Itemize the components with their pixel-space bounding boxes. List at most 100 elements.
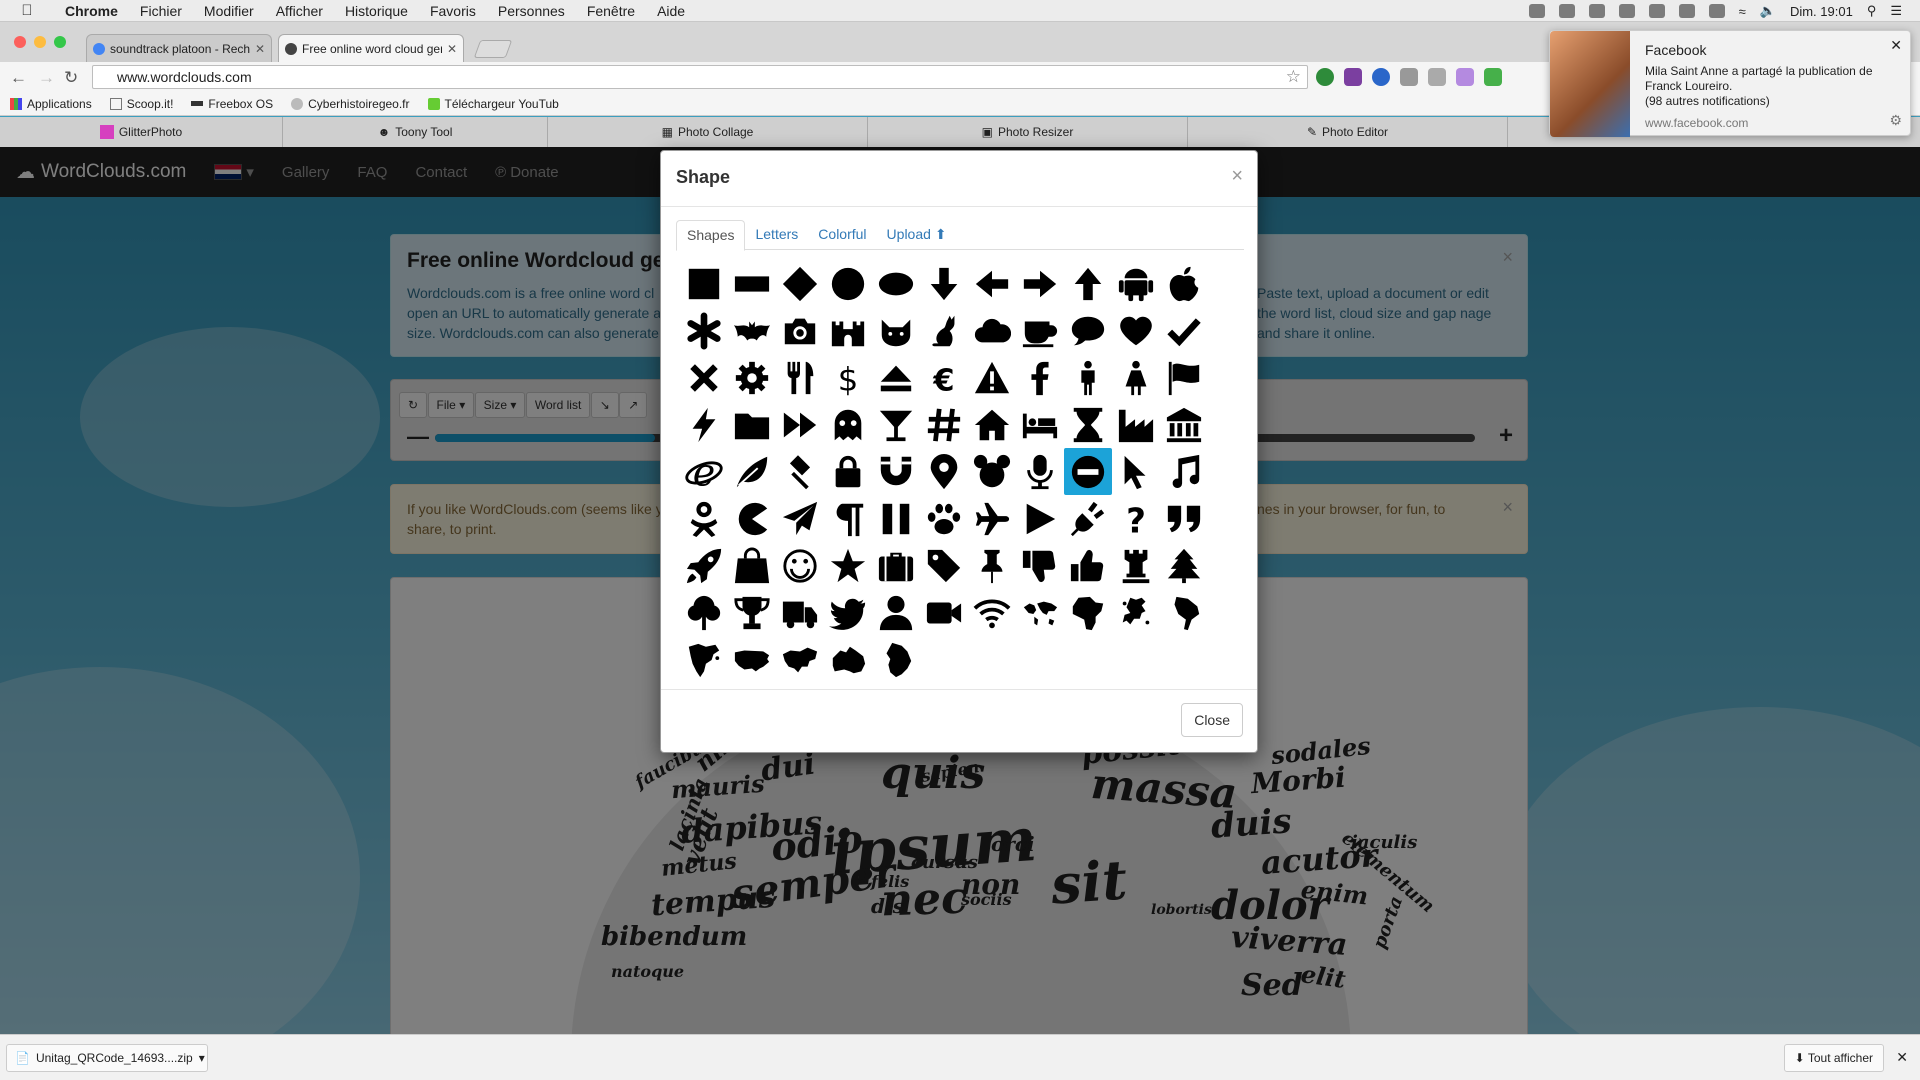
shape-heart-icon[interactable] [1112,307,1160,354]
shape-bolt-icon[interactable] [680,401,728,448]
toolbar-photo-resizer[interactable]: ▣ Photo Resizer [868,117,1188,147]
shape-square-icon[interactable] [680,260,728,307]
toolbar-glitterphoto[interactable]: GlitterPhoto [0,117,283,147]
shape-netherlands-icon[interactable] [872,636,920,683]
shape-dollar-icon[interactable]: $ [824,354,872,401]
shape-cutlery-icon[interactable] [776,354,824,401]
shape-castle-icon[interactable] [824,307,872,354]
shape-cursor-icon[interactable] [1112,448,1160,495]
shape-lock-icon[interactable] [824,448,872,495]
toolbar-photo-collage[interactable]: ▦ Photo Collage [548,117,868,147]
spotlight-icon[interactable]: ⚲ [1867,3,1877,19]
shape-fast-forward-icon[interactable] [776,401,824,448]
tab-colorful[interactable]: Colorful [808,220,876,249]
shape-arrow-down-icon[interactable] [920,260,968,307]
shape-hourglass-icon[interactable] [1064,401,1112,448]
shape-world-map-icon[interactable] [1016,589,1064,636]
status-app-icon[interactable] [1528,4,1545,18]
shape-thumbs-up-icon[interactable] [1064,542,1112,589]
wifi-status-icon[interactable]: ≈ [1739,4,1746,19]
shape-ghost-icon[interactable] [824,401,872,448]
shape-north-america-icon[interactable] [680,636,728,683]
tab-close-icon[interactable]: ✕ [255,42,265,56]
shape-minus-circle-icon[interactable] [1064,448,1112,495]
download-item[interactable]: 📄 Unitag_QRCode_14693....zip ▾ [6,1044,208,1072]
shape-bat-icon[interactable] [728,307,776,354]
shape-usa-icon[interactable] [728,636,776,683]
shape-odnoklassniki-icon[interactable] [680,495,728,542]
shape-internet-explorer-icon[interactable]: e [680,448,728,495]
shape-paw-icon[interactable] [920,495,968,542]
menu-fenetre[interactable]: Fenêtre [576,3,646,19]
shape-mickey-icon[interactable] [968,448,1016,495]
menu-fichier[interactable]: Fichier [129,3,193,19]
shape-apple-icon[interactable] [1160,260,1208,307]
bookmark-youtube-downloader[interactable]: Téléchargeur YouTub [427,97,559,111]
shape-speech-bubble-icon[interactable] [1064,307,1112,354]
shape-gavel-icon[interactable] [776,448,824,495]
shape-thumbs-down-icon[interactable] [1016,542,1064,589]
shape-arrow-right-icon[interactable] [1016,260,1064,307]
shape-bed-icon[interactable] [1016,401,1064,448]
shape-cross-icon[interactable] [680,354,728,401]
tab-letters[interactable]: Letters [745,220,808,249]
clock[interactable]: Dim. 19:01 [1790,4,1853,19]
extension-download-icon[interactable] [1316,68,1334,86]
screenshot-icon[interactable] [1618,4,1635,18]
apple-icon[interactable]:  [0,2,54,19]
shape-tree-round-icon[interactable] [680,589,728,636]
notification-gear-icon[interactable]: ⚙ [1889,112,1902,129]
notification-close-icon[interactable]: ✕ [1890,37,1902,54]
volume-icon[interactable]: 🔈 [1760,3,1776,19]
back-icon[interactable]: ← [10,68,27,88]
shape-check-icon[interactable] [1160,307,1208,354]
extension-puzzle-icon[interactable] [1400,68,1418,86]
dropbox-icon[interactable] [1588,4,1605,18]
shape-mug-icon[interactable] [1016,307,1064,354]
shape-cloud-icon[interactable] [968,307,1016,354]
shape-europe-icon[interactable] [1112,589,1160,636]
shape-flag-icon[interactable] [1160,354,1208,401]
shape-magnet-icon[interactable] [872,448,920,495]
caret-down-icon[interactable]: ▾ [199,1051,205,1065]
shape-facebook-icon[interactable] [1016,354,1064,401]
shape-camera-icon[interactable] [776,307,824,354]
tab-wordclouds[interactable]: Free online word cloud ger ✕ [278,34,464,62]
cloud-status-icon[interactable] [1558,4,1575,18]
bookmark-scoopit[interactable]: Scoop.it! [109,97,173,111]
shape-rectangle-icon[interactable] [728,260,776,307]
tab-close-icon[interactable]: ✕ [447,42,457,56]
reload-icon[interactable]: ↻ [64,68,78,88]
tab-upload[interactable]: Upload ⬆ [877,220,957,249]
forward-icon[interactable]: → [38,68,55,88]
tab-shapes[interactable]: Shapes [676,220,746,251]
shape-warning-icon[interactable] [968,354,1016,401]
shape-cat-sitting-icon[interactable] [920,307,968,354]
shape-thumbtack-icon[interactable] [968,542,1016,589]
shape-quote-icon[interactable] [1160,495,1208,542]
shape-pacman-icon[interactable] [728,495,776,542]
tab-soundtrack-search[interactable]: soundtrack platoon - Rech ✕ [86,34,272,62]
shape-leaf-icon[interactable] [728,448,776,495]
shape-arrow-up-icon[interactable] [1064,260,1112,307]
shape-gear-icon[interactable] [728,354,776,401]
menu-personnes[interactable]: Personnes [487,3,576,19]
shape-shopping-bag-icon[interactable] [728,542,776,589]
shape-video-icon[interactable] [920,589,968,636]
shape-paragraph-icon[interactable] [824,495,872,542]
airplay-icon[interactable] [1648,4,1665,18]
time-machine-icon[interactable] [1678,4,1695,18]
shape-tree-icon[interactable] [1160,542,1208,589]
shape-rook-icon[interactable] [1112,542,1160,589]
minimize-window-button[interactable] [34,36,46,48]
menu-modifier[interactable]: Modifier [193,3,265,19]
show-all-downloads-button[interactable]: ⬇ Tout afficher [1783,1044,1884,1072]
bookmark-cyberhistoiregeo[interactable]: Cyberhistoiregeo.fr [291,97,410,111]
shape-circle-icon[interactable] [824,260,872,307]
shape-android-icon[interactable] [1112,260,1160,307]
facebook-notification[interactable]: Facebook Mila Saint Anne a partagé la pu… [1549,30,1911,137]
shape-plug-icon[interactable] [1064,495,1112,542]
shape-eject-icon[interactable] [872,354,920,401]
shape-asterisk-icon[interactable] [680,307,728,354]
shape-folder-icon[interactable] [728,401,776,448]
